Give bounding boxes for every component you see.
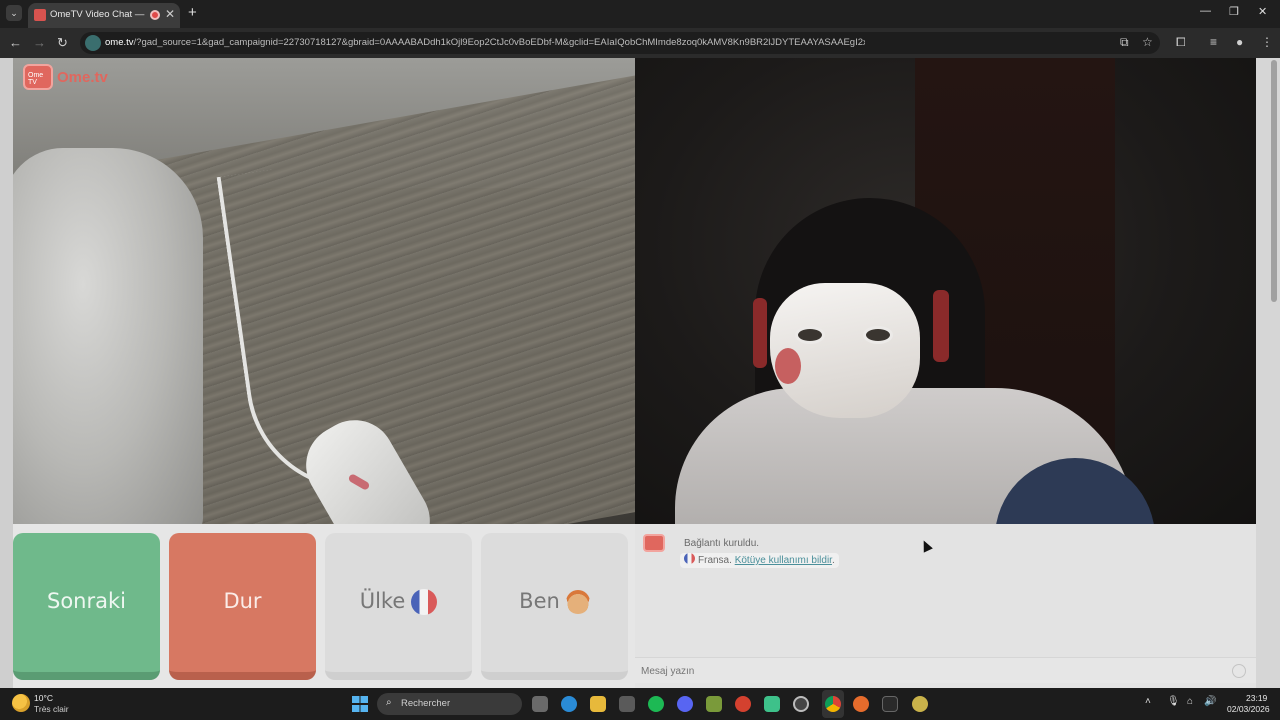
microphone-icon[interactable]: 🎙 bbox=[1167, 696, 1180, 707]
clock-date[interactable]: 02/03/2026 bbox=[1227, 704, 1270, 714]
system-message: Bağlantı kuruldu. Fransa. Kötüye kullanı… bbox=[675, 534, 847, 568]
network-icon[interactable]: ⌂ bbox=[1187, 696, 1193, 707]
video-eye-right bbox=[863, 326, 893, 344]
browser-toolbar: ← → ↻ ome.tv/?gad_source=1&gad_campaigni… bbox=[0, 28, 1280, 58]
window-close-icon[interactable]: ✕ bbox=[1258, 5, 1267, 18]
boy-face-icon bbox=[565, 590, 590, 614]
back-icon[interactable]: ← bbox=[9, 35, 22, 50]
chat-panel: Bağlantı kuruldu. Fransa. Kötüye kullanı… bbox=[635, 524, 1256, 688]
france-flag-icon bbox=[411, 589, 438, 615]
minimize-icon[interactable]: — bbox=[1200, 5, 1211, 17]
steam-icon[interactable] bbox=[793, 696, 809, 712]
connection-status: Bağlantı kuruldu. bbox=[684, 538, 760, 549]
windows-start-icon[interactable] bbox=[352, 696, 368, 712]
weather-temperature: 10°C bbox=[34, 693, 53, 703]
remote-video bbox=[635, 58, 1256, 524]
emoji-icon[interactable] bbox=[1232, 664, 1246, 678]
chat-tv-logo-icon bbox=[643, 534, 665, 552]
firefox-icon[interactable] bbox=[853, 696, 869, 712]
next-button[interactable]: Sonraki bbox=[13, 533, 160, 680]
browser-tab[interactable]: OmeTV Video Chat — Ome ✕ bbox=[28, 3, 180, 28]
install-app-icon[interactable]: ⧉ bbox=[1120, 35, 1129, 50]
stop-button[interactable]: Dur bbox=[169, 533, 316, 680]
chat-input-bar bbox=[635, 657, 1256, 683]
ometv-favicon-icon bbox=[34, 9, 46, 21]
partner-location: Fransa. Kötüye kullanımı bildir. bbox=[680, 553, 839, 568]
clock-time[interactable]: 23:19 bbox=[1246, 693, 1267, 703]
site-info-icon[interactable] bbox=[85, 35, 101, 51]
tab-title: OmeTV Video Chat — Ome bbox=[50, 9, 146, 20]
tray-chevron-icon[interactable]: ˄ bbox=[1145, 696, 1151, 707]
video-headset-right bbox=[933, 290, 949, 362]
windows-taskbar: 10°C Très clair ⌕ Rechercher ˄ 🎙 ⌂ 🔊 23:… bbox=[0, 688, 1280, 720]
app-icon-red[interactable] bbox=[735, 696, 751, 712]
menu-icon[interactable]: ⋮ bbox=[1261, 35, 1273, 49]
bookmark-star-icon[interactable]: ☆ bbox=[1142, 35, 1153, 49]
country-button-label: Ülke bbox=[359, 589, 406, 613]
taskbar-search-label: Rechercher bbox=[401, 698, 451, 709]
new-tab-icon[interactable]: + bbox=[188, 4, 197, 21]
local-video: Ome TV Ome.tv bbox=[13, 58, 635, 524]
browser-tab-bar: ⌄ OmeTV Video Chat — Ome ✕ + — ❐ ✕ bbox=[0, 0, 1280, 28]
profile-icon[interactable]: ● bbox=[1236, 35, 1243, 49]
recording-icon bbox=[150, 10, 160, 20]
message-input[interactable] bbox=[641, 663, 1221, 679]
taskbar-search[interactable]: ⌕ Rechercher bbox=[377, 693, 522, 715]
report-abuse-link[interactable]: Kötüye kullanımı bildir bbox=[735, 555, 832, 566]
tab-close-icon[interactable]: ✕ bbox=[165, 7, 175, 21]
country-button[interactable]: Ülke bbox=[325, 533, 472, 680]
forward-icon[interactable]: → bbox=[33, 35, 46, 50]
report-suffix: . bbox=[831, 555, 835, 566]
discord-icon[interactable] bbox=[677, 696, 693, 712]
edge-icon[interactable] bbox=[561, 696, 577, 712]
chrome-icon[interactable] bbox=[825, 696, 841, 712]
tab-search-icon[interactable]: ⌄ bbox=[6, 5, 22, 21]
volume-icon[interactable]: 🔊 bbox=[1204, 696, 1216, 707]
page-margin-left bbox=[0, 58, 13, 688]
france-flag-icon bbox=[684, 553, 695, 564]
video-cheek bbox=[775, 348, 801, 384]
terminal-icon[interactable] bbox=[882, 696, 898, 712]
reload-icon[interactable]: ↻ bbox=[57, 35, 68, 51]
me-button-label: Ben bbox=[519, 589, 560, 613]
tv-logo-icon: Ome TV bbox=[23, 64, 53, 90]
spotify-icon[interactable] bbox=[648, 696, 664, 712]
video-headset-left bbox=[753, 298, 767, 368]
minecraft-icon[interactable] bbox=[706, 696, 722, 712]
address-bar[interactable]: ome.tv/?gad_source=1&gad_campaignid=2273… bbox=[80, 32, 1160, 54]
app-icon-yellow[interactable] bbox=[912, 696, 928, 712]
page-scrollbar[interactable] bbox=[1271, 60, 1277, 302]
extensions-icon[interactable]: ⧠ bbox=[1176, 35, 1186, 50]
weather-description: Très clair bbox=[34, 704, 69, 714]
search-icon: ⌕ bbox=[386, 697, 392, 708]
video-eye-left bbox=[795, 326, 825, 344]
task-view-icon[interactable] bbox=[532, 696, 548, 712]
logo-text: Ome.tv bbox=[57, 69, 108, 86]
file-explorer-icon[interactable] bbox=[590, 696, 606, 712]
ometv-logo[interactable]: Ome TV Ome.tv bbox=[23, 64, 118, 92]
store-icon[interactable] bbox=[619, 696, 635, 712]
me-button[interactable]: Ben bbox=[481, 533, 628, 680]
weather-icon[interactable] bbox=[12, 694, 30, 712]
maximize-icon[interactable]: ❐ bbox=[1229, 5, 1239, 18]
url-text: ome.tv/?gad_source=1&gad_campaignid=2273… bbox=[105, 37, 865, 48]
app-icon-green[interactable] bbox=[764, 696, 780, 712]
media-control-icon[interactable]: ≡ bbox=[1210, 35, 1217, 49]
video-cloth bbox=[13, 148, 203, 524]
partner-country: Fransa. bbox=[698, 555, 732, 566]
ometv-page: Ome TV Ome.tv Sonraki Dur Ülke Ben Bağla… bbox=[0, 58, 1280, 688]
